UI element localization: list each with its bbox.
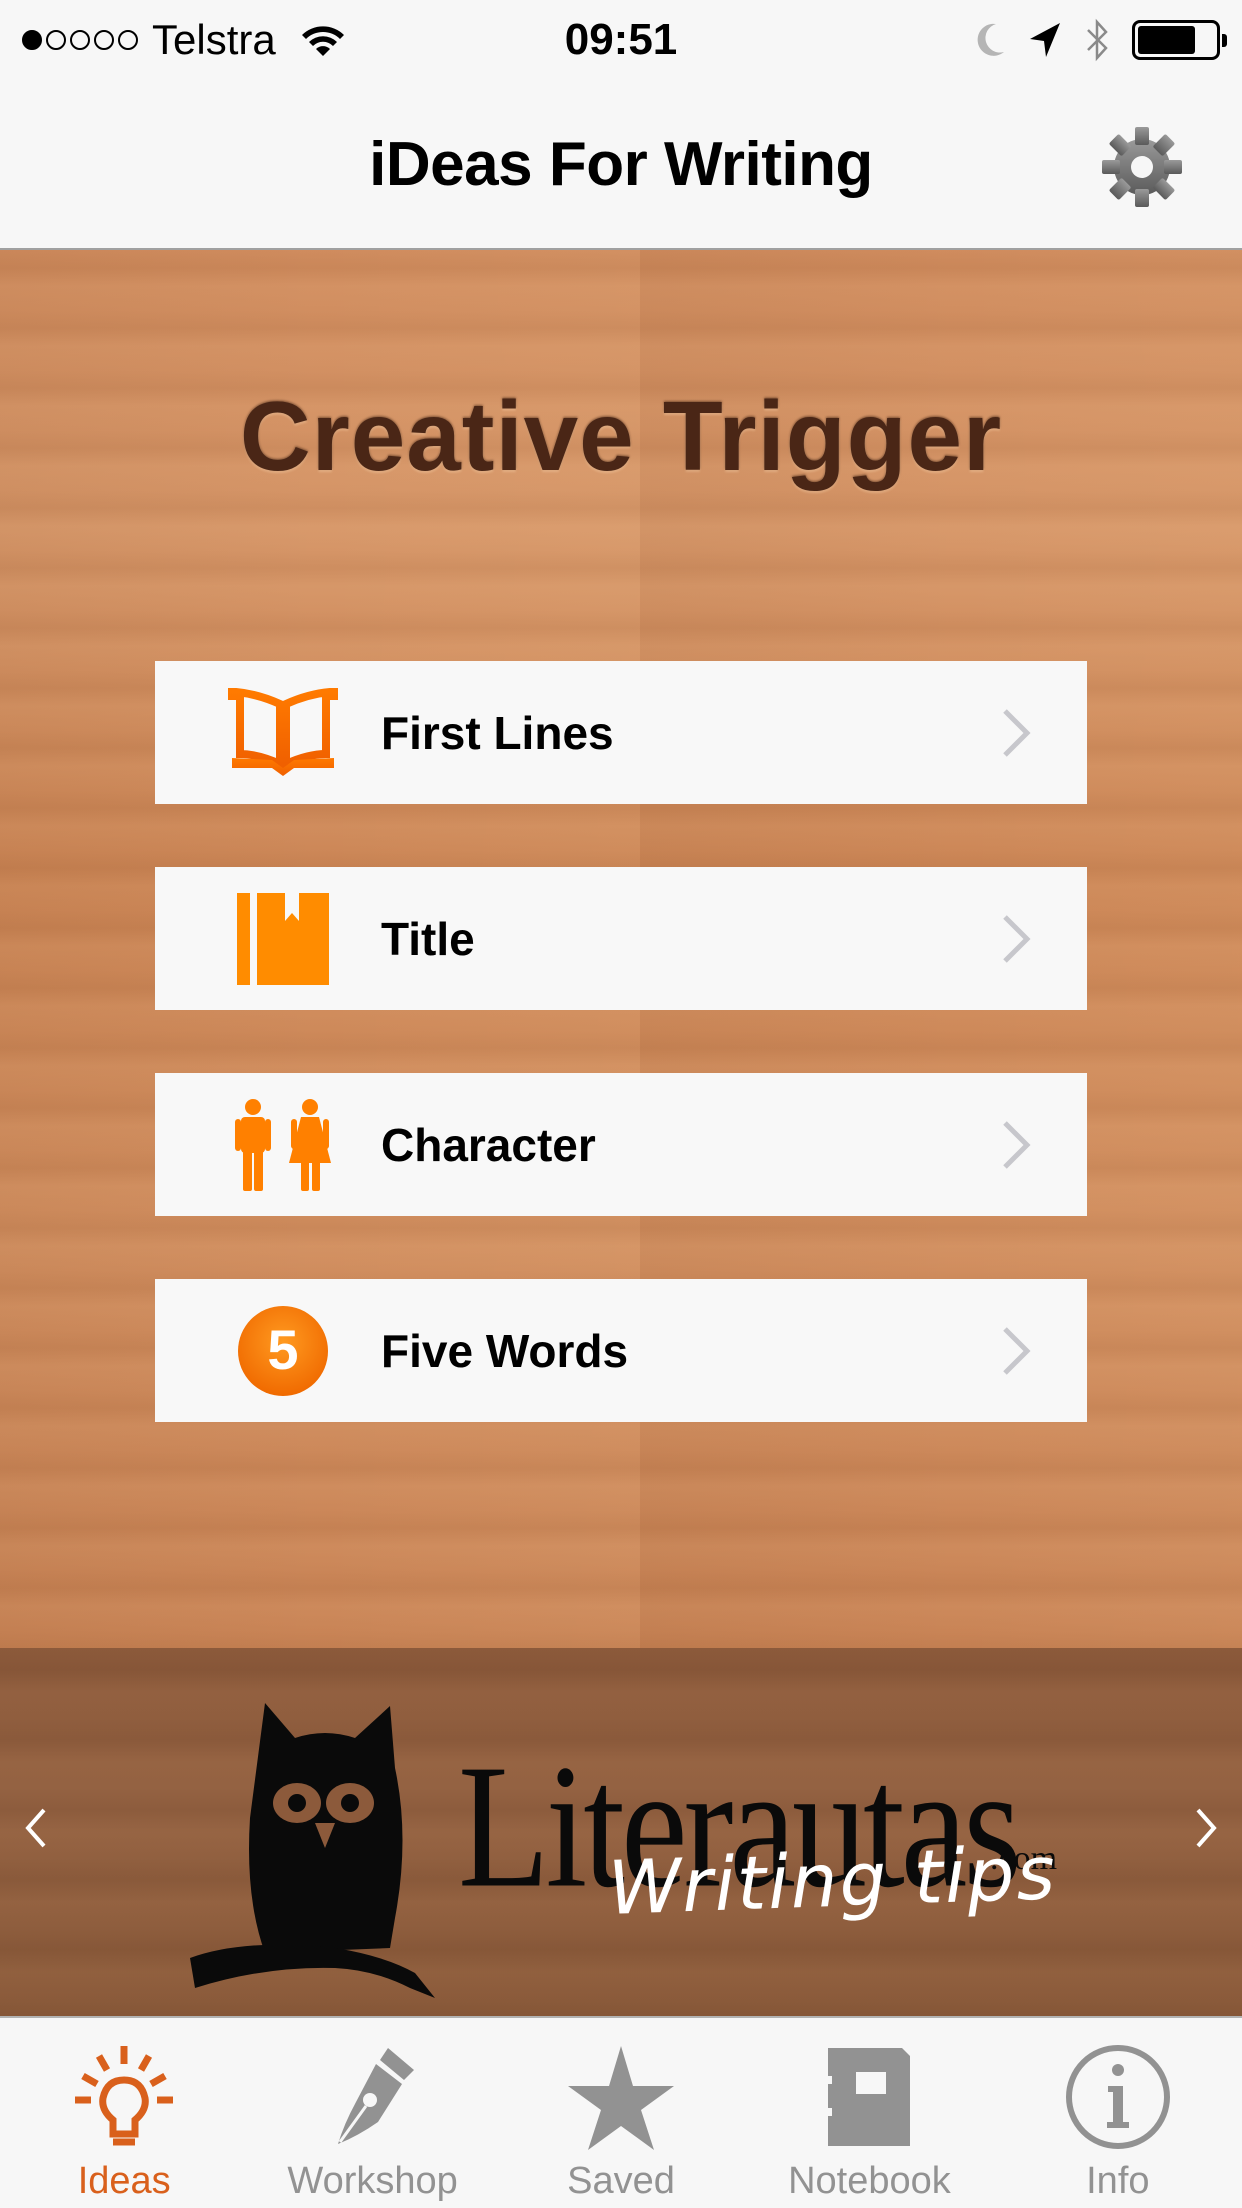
- tab-notebook[interactable]: Notebook: [745, 2018, 993, 2208]
- promo-banner[interactable]: Literautas .com Writing tips: [0, 1648, 1242, 2016]
- tab-ideas[interactable]: Ideas: [0, 2018, 248, 2208]
- status-bar: Telstra 09:51: [0, 0, 1242, 80]
- open-book-icon: [223, 678, 343, 788]
- menu-item-character[interactable]: Character: [155, 1073, 1087, 1216]
- menu-item-label: Five Words: [381, 1324, 629, 1377]
- tab-saved[interactable]: Saved: [497, 2018, 745, 2208]
- tab-label: Info: [1086, 2160, 1150, 2202]
- location-arrow-icon: [1030, 23, 1060, 57]
- tab-info[interactable]: Info: [994, 2018, 1242, 2208]
- section-heading: Creative Trigger: [239, 381, 1003, 491]
- tab-label: Notebook: [788, 2160, 951, 2202]
- main-content: Creative Trigger First Lines Title Chara…: [0, 250, 1242, 1648]
- banner-tagline: Writing tips: [606, 1830, 1059, 1932]
- signal-strength-icon: [22, 30, 138, 50]
- bookmark-book-icon: [223, 884, 343, 994]
- chevron-right-icon: [1003, 1120, 1031, 1169]
- gear-icon[interactable]: [1100, 125, 1184, 209]
- menu-item-label: Character: [381, 1118, 596, 1171]
- man-woman-icon: [223, 1090, 343, 1200]
- battery-icon: [1132, 20, 1227, 60]
- notebook-icon: [814, 2042, 924, 2152]
- bluetooth-icon: [1087, 18, 1108, 62]
- svg-text:5: 5: [267, 1318, 298, 1381]
- menu-item-first-lines[interactable]: First Lines: [155, 661, 1087, 804]
- fountain-pen-icon: [318, 2042, 428, 2152]
- star-icon: [566, 2042, 676, 2152]
- wifi-icon: [301, 26, 344, 56]
- menu-item-title[interactable]: Title: [155, 867, 1087, 1010]
- tab-workshop[interactable]: Workshop: [248, 2018, 496, 2208]
- tab-label: Ideas: [77, 2160, 171, 2202]
- moon-icon: [977, 23, 1004, 56]
- lightbulb-icon: [69, 2042, 179, 2152]
- chevron-right-icon[interactable]: [1188, 1798, 1228, 1858]
- tab-label: Saved: [567, 2160, 675, 2202]
- menu-item-five-words[interactable]: 5 Five Words: [155, 1279, 1087, 1422]
- chevron-right-icon: [1003, 914, 1031, 963]
- chevron-left-icon[interactable]: [14, 1798, 54, 1858]
- menu-item-label: Title: [381, 912, 475, 965]
- owl-logo-icon: [190, 1703, 435, 1998]
- app-title: iDeas For Writing: [369, 129, 873, 199]
- carrier-name: Telstra: [152, 16, 276, 63]
- menu-item-label: First Lines: [381, 706, 614, 759]
- tab-bar: Ideas Workshop Saved Notebook Info: [0, 2016, 1242, 2208]
- chevron-right-icon: [1003, 1326, 1031, 1375]
- trigger-menu: First Lines Title Character 5 Five Words: [155, 661, 1087, 1485]
- tab-label: Workshop: [287, 2160, 458, 2202]
- number-five-circle-icon: 5: [223, 1296, 343, 1406]
- navigation-bar: iDeas For Writing: [0, 80, 1242, 250]
- chevron-right-icon: [1003, 708, 1031, 757]
- info-icon: [1063, 2042, 1173, 2152]
